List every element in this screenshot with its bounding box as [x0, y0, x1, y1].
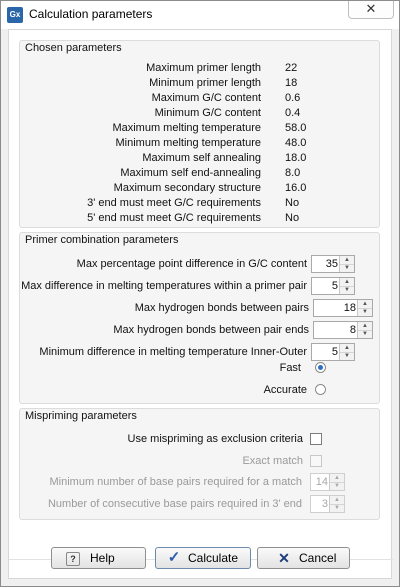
- app-logo-icon: Gx: [7, 7, 23, 23]
- exact-match-checkbox: [310, 455, 322, 467]
- cancel-icon: ✕: [278, 550, 290, 566]
- spin-down-icon: ▼: [334, 483, 340, 489]
- parameter-label: Minimum melting temperature: [115, 137, 262, 149]
- chosen-parameter-row: Maximum self end-annealing 8.0: [9, 166, 393, 180]
- parameter-value: 16.0: [285, 182, 307, 194]
- cancel-button[interactable]: ✕ Cancel: [257, 547, 350, 569]
- help-icon: ?: [66, 552, 80, 566]
- parameter-value: 22: [285, 62, 298, 74]
- spinner-arrows[interactable]: ▲ ▼: [339, 278, 354, 294]
- spinner-arrows[interactable]: ▲ ▼: [339, 256, 354, 272]
- chosen-parameter-row: Maximum self annealing 18.0: [9, 151, 393, 165]
- parameter-value: 0.4: [285, 107, 301, 119]
- chosen-parameter-row: 5' end must meet G/C requirements No: [9, 211, 393, 225]
- parameter-label: Maximum self end-annealing: [120, 167, 261, 179]
- radio-selected-dot: [318, 365, 323, 370]
- parameter-value: No: [285, 212, 300, 224]
- calculate-label: Calculate: [188, 551, 239, 565]
- accurate-radio[interactable]: [315, 384, 326, 395]
- spin-down-icon[interactable]: ▼: [358, 330, 372, 338]
- parameter-label: Maximum secondary structure: [113, 182, 261, 194]
- chosen-parameter-row: Maximum secondary structure 16.0: [9, 181, 393, 195]
- parameter-value: 8.0: [285, 167, 301, 179]
- chosen-parameter-row: Minimum melting temperature 48.0: [9, 136, 393, 150]
- parameter-value: 18.0: [285, 152, 307, 164]
- parameter-label: Maximum G/C content: [151, 92, 261, 104]
- exact-match-label: Exact match: [242, 455, 303, 467]
- parameter-spinner[interactable]: 18 ▲ ▼: [313, 299, 373, 317]
- parameter-label: Minimum primer length: [149, 77, 261, 89]
- parameter-label: 5' end must meet G/C requirements: [87, 212, 261, 224]
- parameter-value: No: [285, 197, 300, 209]
- chosen-parameter-row: 3' end must meet G/C requirements No: [9, 196, 393, 210]
- spin-down-icon[interactable]: ▼: [340, 286, 354, 294]
- spin-down-icon[interactable]: ▼: [358, 308, 372, 316]
- accurate-option[interactable]: Accurate: [209, 383, 339, 397]
- min-base-pairs-label: Minimum number of base pairs required fo…: [49, 476, 303, 488]
- window-close-button[interactable]: ✕: [348, 0, 394, 19]
- spinner-value[interactable]: 8: [350, 324, 356, 336]
- parameter-label: Max percentage point difference in G/C c…: [76, 258, 307, 270]
- spinner-value[interactable]: 5: [332, 280, 338, 292]
- check-icon: ✓: [167, 549, 181, 566]
- consecutive-pairs-spinner: 3 ▲ ▼: [310, 495, 345, 513]
- use-mispriming-row[interactable]: Use mispriming as exclusion criteria: [9, 432, 393, 446]
- spinner-value[interactable]: 5: [332, 346, 338, 358]
- chosen-parameter-row: Minimum primer length 18: [9, 76, 393, 90]
- spin-down-icon: ▼: [334, 505, 340, 511]
- calculate-button[interactable]: ✓ Calculate: [155, 547, 251, 569]
- parameter-value: 0.6: [285, 92, 301, 104]
- parameter-spinner[interactable]: 5 ▲ ▼: [311, 343, 355, 361]
- parameter-label: Max hydrogen bonds between pairs: [134, 302, 309, 314]
- parameter-label: Maximum melting temperature: [112, 122, 261, 134]
- parameter-spinner[interactable]: 8 ▲ ▼: [313, 321, 373, 339]
- parameter-label: Minimum G/C content: [154, 107, 261, 119]
- spinner-value[interactable]: 35: [326, 258, 338, 270]
- accurate-label: Accurate: [263, 384, 307, 396]
- fast-option[interactable]: Fast: [209, 361, 339, 375]
- spinner-arrows[interactable]: ▲ ▼: [357, 300, 372, 316]
- chosen-parameters-title: Chosen parameters: [25, 42, 122, 54]
- chosen-parameter-row: Maximum melting temperature 58.0: [9, 121, 393, 135]
- parameter-label: Minimum difference in melting temperatur…: [39, 346, 307, 358]
- window-title: Calculation parameters: [29, 7, 153, 21]
- primer-combination-title: Primer combination parameters: [25, 234, 179, 246]
- consecutive-pairs-label: Number of consecutive base pairs require…: [47, 498, 302, 510]
- chosen-parameter-row: Minimum G/C content 0.4: [9, 106, 393, 120]
- min-base-pairs-value: 14: [315, 476, 328, 488]
- spin-down-icon[interactable]: ▼: [340, 264, 354, 272]
- fast-radio[interactable]: [315, 362, 326, 373]
- dialog-content: Chosen parameters Primer combination par…: [8, 29, 393, 579]
- help-label: Help: [90, 551, 115, 565]
- fast-label: Fast: [279, 362, 301, 374]
- help-button[interactable]: ? Help: [51, 547, 146, 569]
- min-base-pairs-spinner: 14 ▲ ▼: [310, 473, 345, 491]
- parameter-value: 48.0: [285, 137, 307, 149]
- parameter-label: 3' end must meet G/C requirements: [87, 197, 261, 209]
- exact-match-row: Exact match: [9, 454, 393, 468]
- parameter-spinner[interactable]: 5 ▲ ▼: [311, 277, 355, 295]
- spinner-arrows[interactable]: ▲ ▼: [357, 322, 372, 338]
- parameter-spinner[interactable]: 35 ▲ ▼: [311, 255, 355, 273]
- chosen-parameter-row: Maximum G/C content 0.6: [9, 91, 393, 105]
- parameter-label: Max difference in melting temperatures w…: [21, 280, 307, 292]
- use-mispriming-checkbox[interactable]: [310, 433, 322, 445]
- spinner-arrows: ▲ ▼: [329, 474, 344, 490]
- use-mispriming-label: Use mispriming as exclusion criteria: [127, 433, 303, 445]
- spin-down-icon[interactable]: ▼: [340, 352, 354, 360]
- parameter-label: Maximum self annealing: [142, 152, 261, 164]
- close-icon: ✕: [365, 1, 377, 16]
- title-bar: Gx Calculation parameters ✕: [0, 0, 400, 29]
- parameter-label: Maximum primer length: [146, 62, 261, 74]
- chosen-parameter-row: Maximum primer length 22: [9, 61, 393, 75]
- spinner-arrows: ▲ ▼: [329, 496, 344, 512]
- mispriming-title: Mispriming parameters: [25, 410, 137, 422]
- parameter-label: Max hydrogen bonds between pair ends: [113, 324, 309, 336]
- parameter-value: 18: [285, 77, 298, 89]
- parameter-value: 58.0: [285, 122, 307, 134]
- spinner-value[interactable]: 18: [344, 302, 356, 314]
- consecutive-pairs-value: 3: [321, 498, 328, 510]
- cancel-label: Cancel: [299, 551, 337, 565]
- spinner-arrows[interactable]: ▲ ▼: [339, 344, 354, 360]
